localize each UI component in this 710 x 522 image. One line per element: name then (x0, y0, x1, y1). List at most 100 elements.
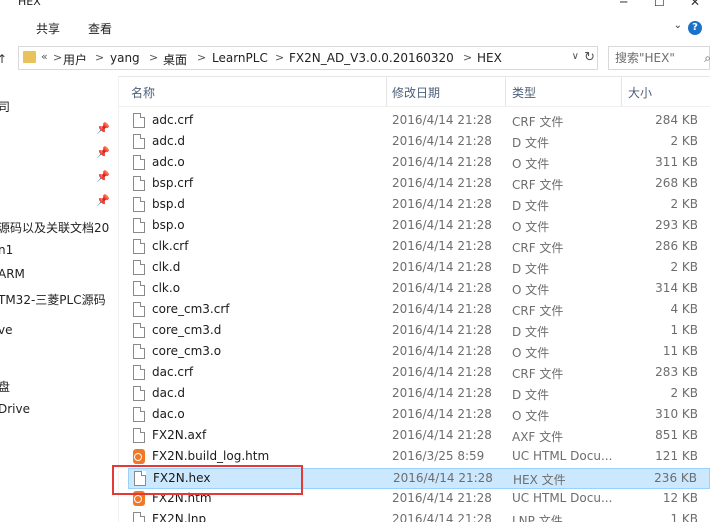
file-date: 2016/4/14 21:28 (392, 197, 492, 211)
file-row[interactable]: FX2N.axf 2016/4/14 21:28 AXF 文件 851 KB (128, 426, 710, 447)
file-row[interactable]: dac.crf 2016/4/14 21:28 CRF 文件 283 KB (128, 363, 710, 384)
file-icon (134, 471, 146, 486)
file-size: 268 KB (655, 176, 698, 190)
column-divider[interactable] (386, 76, 387, 106)
file-name: adc.crf (152, 113, 194, 127)
breadcrumb-desktop[interactable]: 桌面 (163, 51, 187, 68)
file-type: O 文件 (512, 409, 550, 423)
address-bar[interactable]: « > 用户 > yang > 桌面 > LearnPLC > FX2N_AD_… (18, 46, 598, 70)
column-size[interactable]: 大小 (628, 84, 652, 101)
maximize-icon[interactable]: ☐ (654, 0, 665, 9)
file-name: FX2N.axf (152, 428, 207, 442)
nav-item[interactable]: ARM (0, 267, 25, 281)
file-size: 4 KB (670, 302, 698, 316)
file-icon (133, 344, 145, 359)
crumb-separator-icon[interactable]: > (53, 51, 62, 64)
file-row[interactable]: core_cm3.o 2016/4/14 21:28 O 文件 11 KB (128, 342, 710, 363)
tab-view[interactable]: 查看 (88, 20, 112, 37)
up-arrow-icon[interactable]: ↑ (0, 52, 7, 66)
file-row[interactable]: FX2N.build_log.htm 2016/3/25 8:59 UC HTML … (128, 447, 710, 468)
tab-file[interactable]: 件 (0, 20, 8, 37)
file-row[interactable]: adc.o 2016/4/14 21:28 O 文件 311 KB (128, 153, 710, 174)
file-icon (133, 512, 145, 522)
file-date: 2016/4/14 21:28 (392, 302, 492, 316)
crumb-separator-icon[interactable]: > (275, 51, 284, 64)
file-row[interactable]: dac.d 2016/4/14 21:28 D 文件 2 KB (128, 384, 710, 405)
file-row[interactable]: clk.o 2016/4/14 21:28 O 文件 314 KB (128, 279, 710, 300)
file-size: 2 KB (670, 260, 698, 274)
file-row[interactable]: FX2N.hex 2016/4/14 21:28 HEX 文件 236 KB (128, 468, 710, 489)
search-input[interactable] (615, 48, 699, 68)
breadcrumb-users[interactable]: 用户 (63, 51, 87, 68)
nav-item[interactable]: 司 (0, 98, 10, 115)
file-row[interactable]: clk.d 2016/4/14 21:28 D 文件 2 KB (128, 258, 710, 279)
file-row[interactable]: adc.crf 2016/4/14 21:28 CRF 文件 284 KB (128, 111, 710, 132)
file-row[interactable]: FX2N.htm 2016/4/14 21:28 UC HTML Docu... 12… (128, 489, 710, 510)
breadcrumb-project[interactable]: FX2N_AD_V3.0.0.20160320 (289, 51, 454, 65)
breadcrumb-hex[interactable]: HEX (477, 51, 502, 65)
tab-share[interactable]: 共享 (36, 20, 60, 37)
address-overflow[interactable]: « (41, 50, 48, 63)
file-row[interactable]: core_cm3.d 2016/4/14 21:28 D 文件 1 KB (128, 321, 710, 342)
html-app-icon (133, 449, 145, 464)
breadcrumb-yang[interactable]: yang (110, 51, 140, 65)
column-divider[interactable] (505, 76, 506, 106)
chevron-down-icon[interactable]: ⌄ (674, 20, 682, 31)
column-name[interactable]: 名称 (131, 84, 155, 101)
file-row[interactable]: dac.o 2016/4/14 21:28 O 文件 310 KB (128, 405, 710, 426)
file-row[interactable]: core_cm3.crf 2016/4/14 21:28 CRF 文件 4 KB (128, 300, 710, 321)
pin-icon[interactable]: 📌 (96, 122, 110, 135)
crumb-separator-icon[interactable]: > (463, 51, 472, 64)
file-date: 2016/4/14 21:28 (392, 260, 492, 274)
file-icon (133, 323, 145, 338)
nav-item[interactable]: 源码以及关联文档20 (0, 219, 109, 236)
chevron-down-icon[interactable]: ∨ (572, 51, 579, 62)
html-app-icon (133, 491, 145, 506)
file-name: dac.o (152, 407, 185, 421)
file-row[interactable]: bsp.crf 2016/4/14 21:28 CRF 文件 268 KB (128, 174, 710, 195)
pin-icon[interactable]: 📌 (96, 194, 110, 207)
file-name: bsp.o (152, 218, 185, 232)
file-row[interactable]: clk.crf 2016/4/14 21:28 CRF 文件 286 KB (128, 237, 710, 258)
file-name: FX2N.lnp (152, 512, 207, 522)
file-size: 12 KB (662, 491, 698, 505)
file-date: 2016/4/14 21:28 (392, 512, 492, 522)
pin-icon[interactable]: 📌 (96, 146, 110, 159)
breadcrumb-learnplc[interactable]: LearnPLC (212, 51, 268, 65)
file-icon (133, 197, 145, 212)
file-icon (133, 365, 145, 380)
file-name: adc.o (152, 155, 185, 169)
file-row[interactable]: bsp.d 2016/4/14 21:28 D 文件 2 KB (128, 195, 710, 216)
file-name: FX2N.htm (152, 491, 212, 505)
file-type: D 文件 (512, 136, 550, 150)
search-box[interactable]: ⌕ (608, 46, 710, 70)
help-icon[interactable]: ? (688, 21, 702, 35)
crumb-separator-icon[interactable]: > (197, 51, 206, 64)
column-type[interactable]: 类型 (512, 84, 536, 101)
crumb-separator-icon[interactable]: > (149, 51, 158, 64)
nav-item[interactable]: TM32-三菱PLC源码 (0, 291, 106, 308)
file-icon (133, 155, 145, 170)
nav-item[interactable]: n1 (0, 243, 13, 257)
file-size: 311 KB (655, 155, 698, 169)
file-row[interactable]: adc.d 2016/4/14 21:28 D 文件 2 KB (128, 132, 710, 153)
nav-item[interactable]: 盘 (0, 378, 10, 395)
file-row[interactable]: FX2N.lnp 2016/4/14 21:28 LNP 文件 1 KB (128, 510, 710, 522)
file-list: ^ 名称 修改日期 类型 大小 adc.crf 2016/4/14 21:28 CR… (118, 76, 710, 522)
refresh-icon[interactable]: ↻ (584, 50, 595, 65)
search-icon[interactable]: ⌕ (704, 51, 710, 66)
file-size: 314 KB (655, 281, 698, 295)
pin-icon[interactable]: 📌 (96, 170, 110, 183)
minimize-icon[interactable]: ─ (620, 0, 627, 9)
nav-item[interactable]: Drive (0, 402, 30, 416)
file-name: bsp.d (152, 197, 185, 211)
window-title: HEX (18, 0, 41, 8)
close-icon[interactable]: ✕ (690, 0, 700, 9)
file-type: UC HTML Docu... (512, 491, 613, 505)
nav-item[interactable]: ve (0, 323, 12, 337)
column-divider[interactable] (621, 76, 622, 106)
file-type: CRF 文件 (512, 178, 564, 192)
column-date[interactable]: 修改日期 (392, 84, 440, 101)
file-row[interactable]: bsp.o 2016/4/14 21:28 O 文件 293 KB (128, 216, 710, 237)
crumb-separator-icon[interactable]: > (95, 51, 104, 64)
